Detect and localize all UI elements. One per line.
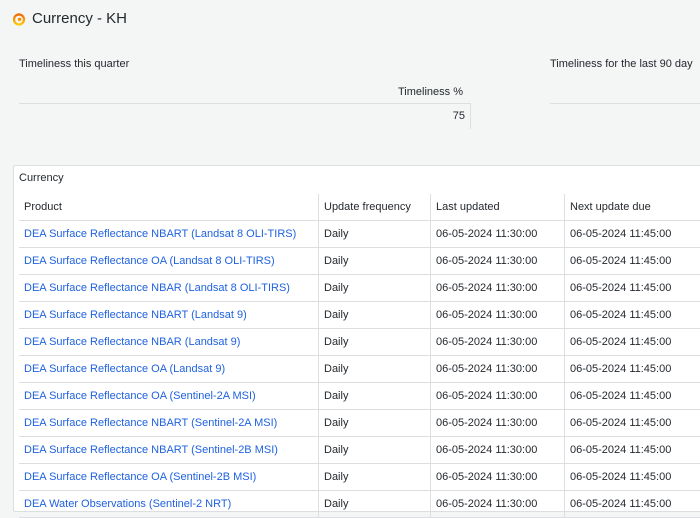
frequency-cell: Daily	[319, 410, 431, 437]
last-updated-cell: 06-05-2024 11:30:00	[431, 275, 565, 302]
frequency-cell: Daily	[319, 275, 431, 302]
last-updated-cell: 06-05-2024 11:30:00	[431, 221, 565, 248]
dashboard-header: Currency - KH	[0, 0, 700, 40]
table-row: DEA Surface Reflectance NBAR (Landsat 9)…	[19, 329, 700, 356]
product-cell: DEA Surface Reflectance OA (Landsat 8 OL…	[19, 248, 319, 275]
product-cell: DEA Surface Reflectance NBAR (Landsat 8 …	[19, 275, 319, 302]
product-cell: DEA Water Observations (Sentinel-2 NRT)	[19, 491, 319, 518]
column-header-product[interactable]: Product	[19, 194, 319, 221]
next-update-cell: 06-05-2024 11:45:00	[565, 437, 700, 464]
next-update-cell: 06-05-2024 11:45:00	[565, 491, 700, 518]
product-link[interactable]: DEA Surface Reflectance OA (Sentinel-2A …	[24, 390, 256, 402]
next-update-cell: 06-05-2024 11:45:00	[565, 221, 700, 248]
frequency-cell: Daily	[319, 464, 431, 491]
last-updated-cell: 06-05-2024 11:30:00	[431, 437, 565, 464]
panel-title-timeliness-quarter: Timeliness this quarter	[19, 58, 129, 70]
last-updated-cell: 06-05-2024 11:30:00	[431, 248, 565, 275]
table-row: DEA Surface Reflectance OA (Sentinel-2A …	[19, 383, 700, 410]
next-update-cell: 06-05-2024 11:45:00	[565, 464, 700, 491]
last-updated-cell: 06-05-2024 11:30:00	[431, 302, 565, 329]
next-update-cell: 06-05-2024 11:45:00	[565, 329, 700, 356]
table-row: DEA Surface Reflectance NBAR (Landsat 8 …	[19, 275, 700, 302]
product-cell: DEA Surface Reflectance OA (Sentinel-2B …	[19, 464, 319, 491]
column-header-last-updated[interactable]: Last updated	[431, 194, 565, 221]
product-link[interactable]: DEA Surface Reflectance NBART (Sentinel-…	[24, 444, 278, 456]
table-row: DEA Surface Reflectance NBART (Landsat 9…	[19, 302, 700, 329]
frequency-cell: Daily	[319, 329, 431, 356]
dashboard-title[interactable]: Currency - KH	[32, 10, 127, 27]
panel-title-timeliness-90-days: Timeliness for the last 90 day	[550, 58, 693, 70]
frequency-cell: Daily	[319, 248, 431, 275]
timeliness-percent-header[interactable]: Timeliness %	[300, 86, 463, 98]
table-row: DEA Surface Reflectance OA (Landsat 9) D…	[19, 356, 700, 383]
next-update-cell: 06-05-2024 11:45:00	[565, 302, 700, 329]
product-link[interactable]: DEA Surface Reflectance NBAR (Landsat 9)	[24, 336, 240, 348]
product-cell: DEA Surface Reflectance NBART (Sentinel-…	[19, 410, 319, 437]
frequency-cell: Daily	[319, 437, 431, 464]
grafana-logo-icon[interactable]	[12, 12, 26, 26]
frequency-cell: Daily	[319, 491, 431, 518]
product-link[interactable]: DEA Surface Reflectance NBAR (Landsat 8 …	[24, 282, 290, 294]
last-updated-cell: 06-05-2024 11:30:00	[431, 383, 565, 410]
timeliness-percent-value: 75	[300, 110, 465, 122]
product-link[interactable]: DEA Surface Reflectance OA (Landsat 8 OL…	[24, 255, 275, 267]
last-updated-cell: 06-05-2024 11:30:00	[431, 410, 565, 437]
table-row: DEA Surface Reflectance NBART (Sentinel-…	[19, 410, 700, 437]
last-updated-cell: 06-05-2024 11:30:00	[431, 356, 565, 383]
next-update-cell: 06-05-2024 11:45:00	[565, 410, 700, 437]
product-link[interactable]: DEA Surface Reflectance NBART (Landsat 8…	[24, 228, 296, 240]
last-updated-cell: 06-05-2024 11:30:00	[431, 464, 565, 491]
product-cell: DEA Surface Reflectance OA (Landsat 9)	[19, 356, 319, 383]
stat-divider	[19, 103, 470, 104]
table-row: DEA Surface Reflectance OA (Landsat 8 OL…	[19, 248, 700, 275]
table-row: DEA Water Observations (Sentinel-2 NRT) …	[19, 491, 700, 518]
frequency-cell: Daily	[319, 221, 431, 248]
column-header-update-frequency[interactable]: Update frequency	[319, 194, 431, 221]
column-divider	[470, 103, 471, 129]
product-link[interactable]: DEA Surface Reflectance OA (Landsat 9)	[24, 363, 225, 375]
table-row: DEA Surface Reflectance NBART (Landsat 8…	[19, 221, 700, 248]
currency-table: Product Update frequency Last updated Ne…	[19, 194, 700, 518]
column-header-next-update-due[interactable]: Next update due	[565, 194, 700, 221]
next-update-cell: 06-05-2024 11:45:00	[565, 356, 700, 383]
currency-table-panel: Currency Product Update frequency Last u…	[13, 165, 700, 512]
last-updated-cell: 06-05-2024 11:30:00	[431, 329, 565, 356]
table-header-row: Product Update frequency Last updated Ne…	[19, 194, 700, 221]
last-updated-cell: 06-05-2024 11:30:00	[431, 491, 565, 518]
next-update-cell: 06-05-2024 11:45:00	[565, 383, 700, 410]
product-cell: DEA Surface Reflectance NBART (Landsat 9…	[19, 302, 319, 329]
table-row: DEA Surface Reflectance NBART (Sentinel-…	[19, 437, 700, 464]
stat-divider	[550, 103, 700, 104]
product-link[interactable]: DEA Surface Reflectance NBART (Landsat 9…	[24, 309, 247, 321]
currency-panel-title: Currency	[19, 172, 64, 184]
next-update-cell: 06-05-2024 11:45:00	[565, 275, 700, 302]
product-cell: DEA Surface Reflectance NBAR (Landsat 9)	[19, 329, 319, 356]
currency-table-body: DEA Surface Reflectance NBART (Landsat 8…	[19, 221, 700, 518]
table-row: DEA Surface Reflectance OA (Sentinel-2B …	[19, 464, 700, 491]
product-cell: DEA Surface Reflectance NBART (Sentinel-…	[19, 437, 319, 464]
next-update-cell: 06-05-2024 11:45:00	[565, 248, 700, 275]
frequency-cell: Daily	[319, 356, 431, 383]
frequency-cell: Daily	[319, 302, 431, 329]
frequency-cell: Daily	[319, 383, 431, 410]
product-cell: DEA Surface Reflectance NBART (Landsat 8…	[19, 221, 319, 248]
product-cell: DEA Surface Reflectance OA (Sentinel-2A …	[19, 383, 319, 410]
product-link[interactable]: DEA Surface Reflectance NBART (Sentinel-…	[24, 417, 277, 429]
product-link[interactable]: DEA Surface Reflectance OA (Sentinel-2B …	[24, 471, 256, 483]
